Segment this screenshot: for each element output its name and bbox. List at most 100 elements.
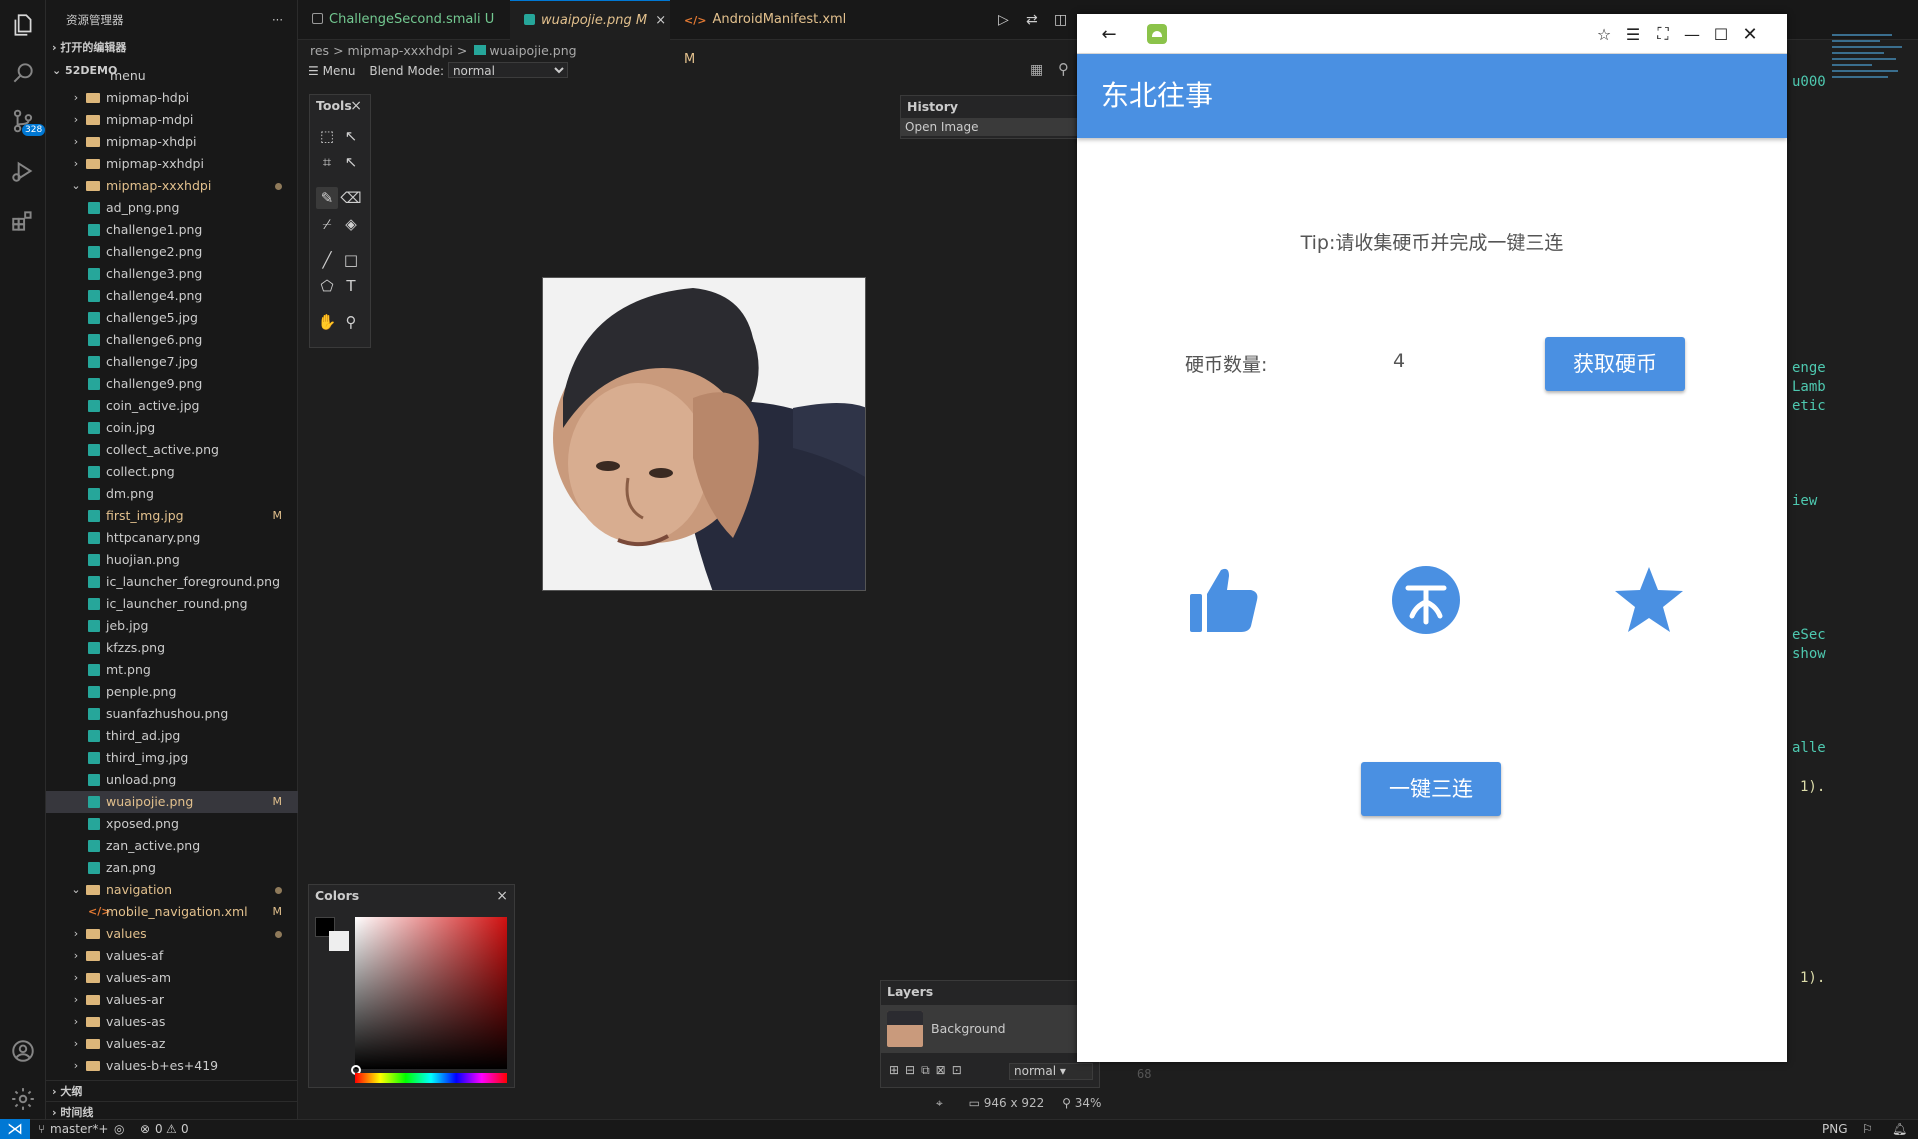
layer-blend-select[interactable]: normal ▾ xyxy=(1009,1063,1093,1080)
open-editors-section[interactable]: › 打开的编辑器 xyxy=(46,37,298,59)
chevron-down-icon[interactable]: ⌄ xyxy=(70,879,82,901)
crumb-folder[interactable]: mipmap-xxxhdpi xyxy=(348,43,453,58)
tree-item[interactable]: › values-az xyxy=(46,1033,298,1055)
menu-icon[interactable]: ☰ xyxy=(1623,24,1643,44)
hue-slider[interactable] xyxy=(355,1073,507,1083)
chevron-right-icon[interactable]: › xyxy=(70,923,82,945)
tree-item[interactable]: ad_png.png xyxy=(46,197,298,219)
crumb-file[interactable]: wuaipojie.png xyxy=(489,43,576,58)
menu-button[interactable]: Menu xyxy=(323,64,356,78)
tree-item[interactable]: challenge7.jpg xyxy=(46,351,298,373)
tree-item[interactable]: suanfazhushou.png xyxy=(46,703,298,725)
history-item[interactable]: Open Image xyxy=(901,118,1079,136)
tree-item[interactable]: huojian.png xyxy=(46,549,298,571)
chevron-right-icon[interactable]: › xyxy=(70,1011,82,1033)
tree-item[interactable]: unload.png xyxy=(46,769,298,791)
tree-item[interactable]: challenge2.png xyxy=(46,241,298,263)
blend-mode-select[interactable]: normal xyxy=(447,62,568,78)
tree-item[interactable]: first_img.jpg M xyxy=(46,505,298,527)
hand-icon[interactable]: ✋ xyxy=(316,311,338,333)
tree-item[interactable]: third_img.jpg xyxy=(46,747,298,769)
menu-icon[interactable]: ☰ xyxy=(308,64,319,78)
tree-item[interactable]: challenge5.jpg xyxy=(46,307,298,329)
tree-item[interactable]: collect_active.png xyxy=(46,439,298,461)
chevron-right-icon[interactable]: › xyxy=(70,967,82,989)
chevron-right-icon[interactable]: › xyxy=(70,131,82,153)
rectangle-icon[interactable]: □ xyxy=(340,249,362,271)
fullscreen-icon[interactable]: ⛶ xyxy=(1653,24,1673,44)
tab-wuaipojie-png[interactable]: wuaipojie.png M × xyxy=(510,0,670,40)
compare-icon[interactable]: ⇄ xyxy=(1026,12,1038,28)
shape-icon[interactable]: ⬠ xyxy=(316,275,338,297)
tree-item[interactable]: challenge6.png xyxy=(46,329,298,351)
tree-item[interactable]: mt.png xyxy=(46,659,298,681)
eraser-icon[interactable]: ⌫ xyxy=(340,187,362,209)
tree-item[interactable]: xposed.png xyxy=(46,813,298,835)
favorite-star-icon[interactable] xyxy=(1613,564,1685,636)
tree-item[interactable]: challenge1.png xyxy=(46,219,298,241)
run-icon[interactable]: ▷ xyxy=(998,12,1009,28)
tree-item[interactable]: › values-af xyxy=(46,945,298,967)
grid-icon[interactable]: ▦ xyxy=(1030,62,1043,78)
layer-actions[interactable]: ⊞⊟⧉⊠⊡ xyxy=(889,1063,968,1078)
tree-item[interactable]: jeb.jpg xyxy=(46,615,298,637)
minimap[interactable] xyxy=(1832,30,1912,170)
tree-item[interactable]: › mipmap-hdpi xyxy=(46,87,298,109)
chevron-right-icon[interactable]: › xyxy=(70,989,82,1011)
tree-item[interactable]: › mipmap-xhdpi xyxy=(46,131,298,153)
close-icon[interactable]: × xyxy=(350,95,362,117)
marquee-select-icon[interactable]: ⬚ xyxy=(316,125,338,147)
layer-row[interactable]: Background xyxy=(881,1005,1101,1053)
tree-item[interactable]: coin_active.jpg xyxy=(46,395,298,417)
close-icon[interactable]: × xyxy=(496,885,508,907)
chevron-right-icon[interactable]: › xyxy=(70,109,82,131)
tree-item[interactable]: ⌄ navigation xyxy=(46,879,298,901)
more-actions-icon[interactable]: ··· xyxy=(272,0,283,40)
tree-item[interactable]: › mipmap-xxhdpi xyxy=(46,153,298,175)
source-control-icon[interactable]: 328 xyxy=(8,106,46,136)
split-editor-icon[interactable]: ◫ xyxy=(1054,12,1067,28)
tree-item[interactable]: challenge9.png xyxy=(46,373,298,395)
tab-challengesecond-smali[interactable]: ChallengeSecond.smali U xyxy=(298,0,510,40)
extensions-icon[interactable] xyxy=(8,206,38,236)
account-icon[interactable] xyxy=(8,1036,38,1066)
remote-icon[interactable]: ⋊ xyxy=(0,1119,30,1139)
maximize-icon[interactable]: ☐ xyxy=(1711,24,1731,44)
outline-section[interactable]: › 大纲 xyxy=(46,1080,298,1102)
close-icon[interactable]: ✕ xyxy=(1740,24,1760,45)
sync-icon[interactable]: ◎ xyxy=(114,1120,124,1139)
language-mode[interactable]: PNG xyxy=(1822,1120,1848,1139)
tree-item[interactable]: zan.png xyxy=(46,857,298,879)
tab-close-icon[interactable]: × xyxy=(655,13,666,28)
feedback-icon[interactable]: ⚐ xyxy=(1862,1120,1873,1139)
tree-item[interactable]: ⌄ mipmap-xxxhdpi xyxy=(46,175,298,197)
tree-item[interactable]: challenge4.png xyxy=(46,285,298,307)
tree-item[interactable]: › values-am xyxy=(46,967,298,989)
triple-action-button[interactable]: 一键三连 xyxy=(1361,762,1501,816)
tree-item[interactable]: coin.jpg xyxy=(46,417,298,439)
background-color-swatch[interactable] xyxy=(329,931,349,951)
tree-item[interactable]: challenge3.png xyxy=(46,263,298,285)
chevron-right-icon[interactable]: › xyxy=(70,87,82,109)
like-thumbs-up-icon[interactable] xyxy=(1187,564,1259,636)
crumb-res[interactable]: res xyxy=(310,43,329,58)
tree-item[interactable]: third_ad.jpg xyxy=(46,725,298,747)
tree-item[interactable]: penple.png xyxy=(46,681,298,703)
warning-count[interactable]: 0 xyxy=(181,1120,189,1139)
coin-icon[interactable] xyxy=(1390,564,1462,636)
tree-item[interactable]: › values-b+es+419 xyxy=(46,1055,298,1072)
chevron-right-icon[interactable]: › xyxy=(70,1055,82,1072)
tree-item[interactable]: collect.png xyxy=(46,461,298,483)
run-debug-icon[interactable] xyxy=(8,156,38,186)
minimize-icon[interactable]: — xyxy=(1682,24,1702,44)
search-icon[interactable] xyxy=(8,58,38,88)
chevron-right-icon[interactable]: › xyxy=(70,1033,82,1055)
tree-item[interactable]: › values-as xyxy=(46,1011,298,1033)
line-icon[interactable]: ╱ xyxy=(316,249,338,271)
zoom-icon[interactable]: ⚲ xyxy=(340,311,362,333)
tree-item-menu[interactable]: menu xyxy=(46,72,298,87)
chevron-right-icon[interactable]: › xyxy=(70,153,82,175)
tree-item[interactable]: › values xyxy=(46,923,298,945)
get-coin-button[interactable]: 获取硬币 xyxy=(1545,337,1685,391)
fill-bucket-icon[interactable]: ◈ xyxy=(340,213,362,235)
